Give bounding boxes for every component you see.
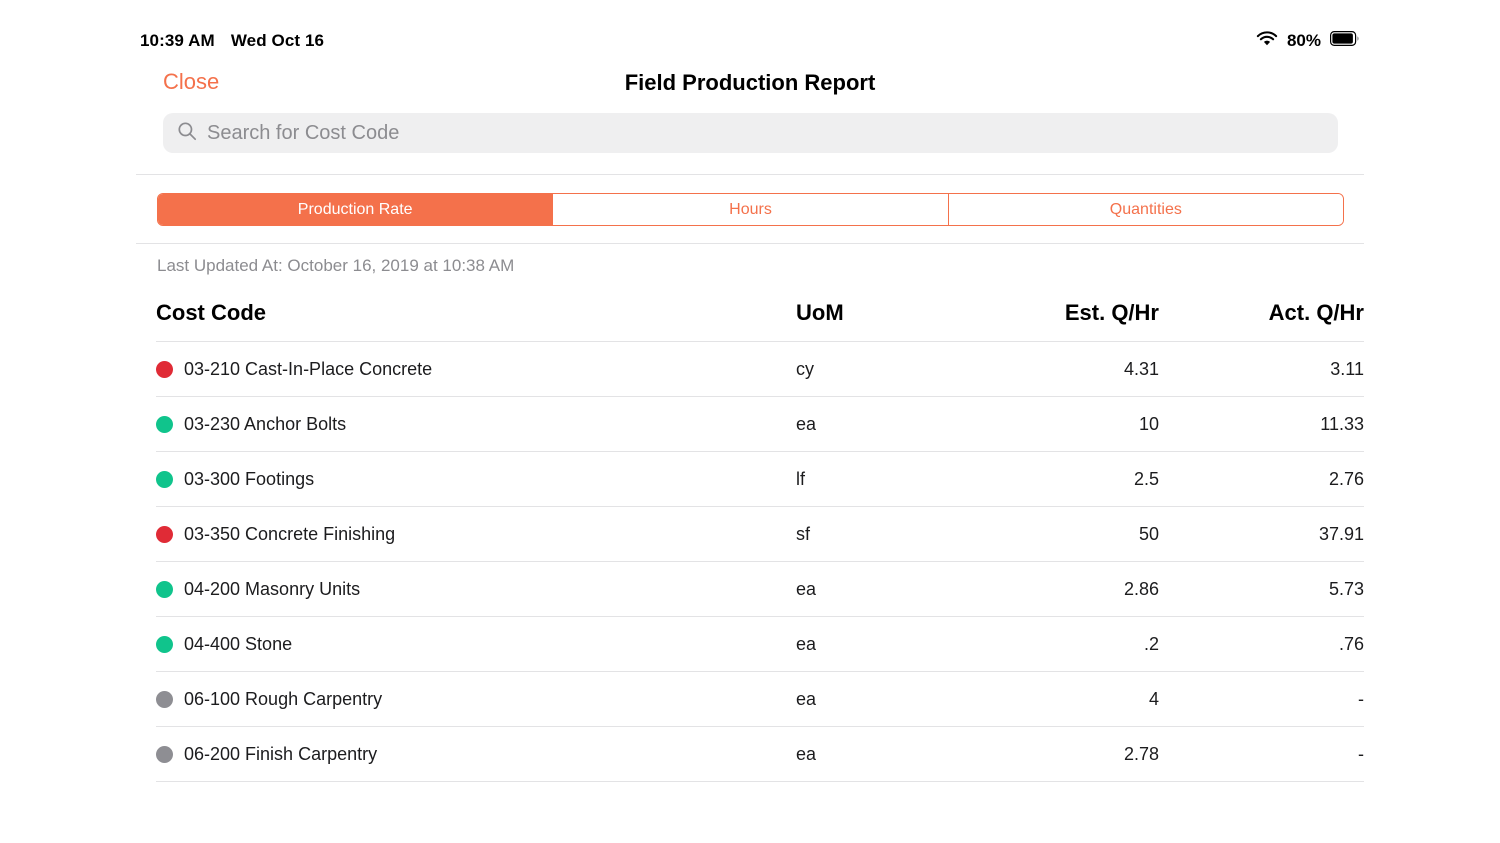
- battery-percent-label: 80%: [1286, 31, 1321, 50]
- search-icon: [177, 121, 197, 146]
- cell-uom: ea: [796, 413, 817, 434]
- status-dot-red-icon: [156, 360, 173, 378]
- status-dot-green-icon: [156, 635, 173, 653]
- cost-code-label: 03-210 Cast-In-Place Concrete: [184, 358, 433, 379]
- cost-code-label: 04-200 Masonry Units: [184, 578, 361, 599]
- cell-est-qhr: 2.86: [1123, 578, 1159, 599]
- status-dot-green-icon: [156, 470, 173, 488]
- search-bar[interactable]: Search for Cost Code: [163, 113, 1338, 153]
- cost-code-label: 06-200 Finish Carpentry: [184, 743, 378, 764]
- table-row[interactable]: 06-200 Finish Carpentry ea 2.78 -: [156, 727, 1364, 782]
- cell-cost-code: 04-200 Masonry Units: [156, 579, 796, 600]
- cell-act-qhr: 2.76: [1328, 468, 1364, 489]
- search-input[interactable]: Search for Cost Code: [163, 113, 1338, 153]
- cell-uom: ea: [796, 743, 817, 764]
- tab-production-rate[interactable]: Production Rate: [158, 194, 554, 225]
- cell-est-qhr: 4: [1148, 688, 1159, 709]
- cell-cost-code: 06-100 Rough Carpentry: [156, 689, 796, 710]
- cell-est-qhr: 2.5: [1133, 468, 1159, 489]
- status-bar: 10:39 AM Wed Oct 16 80%: [0, 28, 1500, 54]
- navigation-bar: Close Field Production Report: [0, 64, 1500, 106]
- segmented-control[interactable]: Production Rate Hours Quantities: [157, 193, 1344, 226]
- last-updated-label: Last Updated At: October 16, 2019 at 10:…: [157, 256, 515, 275]
- cell-act-qhr: 37.91: [1318, 523, 1364, 544]
- cell-act-qhr: .76: [1338, 633, 1364, 654]
- cost-code-label: 03-350 Concrete Finishing: [184, 523, 396, 544]
- cell-est-qhr: 10: [1138, 413, 1159, 434]
- status-dot-gray-icon: [156, 690, 173, 708]
- divider-above-segmented: [136, 174, 1364, 175]
- cost-code-label: 03-300 Footings: [184, 468, 315, 489]
- cell-act-qhr: -: [1358, 743, 1364, 764]
- cell-uom: ea: [796, 688, 817, 709]
- cell-cost-code: 03-210 Cast-In-Place Concrete: [156, 359, 796, 380]
- status-date: Wed Oct 16: [230, 31, 325, 50]
- cell-est-qhr: 50: [1138, 523, 1159, 544]
- status-dot-gray-icon: [156, 745, 173, 763]
- column-header-cost-code: Cost Code: [156, 300, 266, 325]
- cost-code-label: 03-230 Anchor Bolts: [184, 413, 347, 434]
- table-row[interactable]: 03-350 Concrete Finishing sf 50 37.91: [156, 507, 1364, 562]
- cost-code-label: 04-400 Stone: [184, 633, 293, 654]
- status-dot-green-icon: [156, 580, 173, 598]
- search-placeholder: Search for Cost Code: [207, 121, 400, 144]
- table-row[interactable]: 03-210 Cast-In-Place Concrete cy 4.31 3.11: [156, 342, 1364, 397]
- table-row[interactable]: 03-300 Footings lf 2.5 2.76: [156, 452, 1364, 507]
- tab-quantities[interactable]: Quantities: [948, 194, 1343, 225]
- cell-uom: ea: [796, 633, 817, 654]
- status-bar-left: 10:39 AM Wed Oct 16: [140, 31, 324, 51]
- cell-cost-code: 03-230 Anchor Bolts: [156, 414, 796, 435]
- column-header-uom: UoM: [796, 300, 844, 325]
- cell-est-qhr: 2.78: [1123, 743, 1159, 764]
- cell-est-qhr: 4.31: [1123, 358, 1159, 379]
- cell-uom: sf: [796, 523, 811, 544]
- table-header-row: Cost Code UoM Est. Q/Hr Act. Q/Hr: [156, 300, 1364, 342]
- table-row[interactable]: 03-230 Anchor Bolts ea 10 11.33: [156, 397, 1364, 452]
- table-body: 03-210 Cast-In-Place Concrete cy 4.31 3.11 0…: [156, 342, 1364, 782]
- cell-uom: cy: [796, 358, 814, 379]
- divider-below-segmented: [136, 243, 1364, 244]
- cell-uom: lf: [796, 468, 805, 489]
- cell-act-qhr: 5.73: [1328, 578, 1364, 599]
- table-row[interactable]: 04-200 Masonry Units ea 2.86 5.73: [156, 562, 1364, 617]
- cost-code-table: Cost Code UoM Est. Q/Hr Act. Q/Hr 03-210…: [156, 300, 1364, 782]
- app-screen: 10:39 AM Wed Oct 16 80% Close Field Prod…: [0, 0, 1500, 843]
- cell-act-qhr: 3.11: [1330, 358, 1364, 379]
- cost-code-label: 06-100 Rough Carpentry: [184, 688, 383, 709]
- cell-act-qhr: -: [1358, 688, 1364, 709]
- tab-hours[interactable]: Hours: [553, 194, 949, 225]
- status-time: 10:39 AM: [140, 31, 215, 50]
- status-dot-green-icon: [156, 415, 173, 433]
- cell-cost-code: 03-350 Concrete Finishing: [156, 524, 796, 545]
- cell-cost-code: 04-400 Stone: [156, 634, 796, 655]
- table-row[interactable]: 06-100 Rough Carpentry ea 4 -: [156, 672, 1364, 727]
- status-bar-right: 80%: [1256, 30, 1360, 52]
- page-title: Field Production Report: [624, 70, 876, 95]
- column-header-est-qhr: Est. Q/Hr: [1064, 300, 1159, 325]
- column-header-act-qhr: Act. Q/Hr: [1268, 300, 1364, 325]
- battery-icon: [1330, 31, 1360, 51]
- cell-cost-code: 06-200 Finish Carpentry: [156, 744, 796, 765]
- cell-uom: ea: [796, 578, 817, 599]
- wifi-icon: [1256, 30, 1278, 52]
- table-row[interactable]: 04-400 Stone ea .2 .76: [156, 617, 1364, 672]
- status-dot-red-icon: [156, 525, 173, 543]
- cell-est-qhr: .2: [1143, 633, 1159, 654]
- cell-cost-code: 03-300 Footings: [156, 469, 796, 490]
- cell-act-qhr: 11.33: [1320, 413, 1364, 434]
